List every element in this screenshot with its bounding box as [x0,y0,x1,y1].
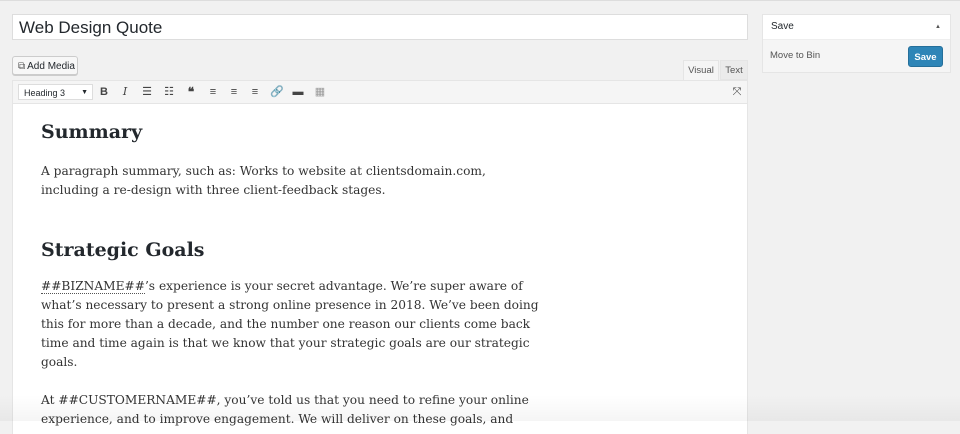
bulleted-list-icon[interactable]: ☰ [138,84,156,100]
publish-box-header[interactable]: Save ▲ [763,15,950,40]
top-divider [0,0,960,1]
text-line: ##BIZNAME##’s experience is your secret … [41,277,539,296]
text-fragment: ’s experience is your secret advantage. … [144,279,523,293]
link-icon[interactable]: 🔗 [268,84,286,100]
tab-visual[interactable]: Visual [683,60,719,80]
publish-box: Save ▲ Move to Bin Save [762,14,951,73]
text-line: A paragraph summary, such as: Works to w… [41,164,486,178]
text-line: including a re-design with three client-… [41,183,386,197]
format-select[interactable]: Heading 3 ▼ [18,84,93,100]
summary-paragraph: A paragraph summary, such as: Works to w… [41,162,539,200]
goals-paragraph: ##BIZNAME##’s experience is your secret … [41,277,539,372]
text-line: goals. [41,355,78,369]
editor-toolbar: Heading 3 ▼ B I ☰ ☷ ❝ ≡ ≡ ≡ 🔗 ▬ ▦ ⤧ [12,80,748,104]
editor-content-area[interactable]: Summary A paragraph summary, such as: Wo… [12,104,748,434]
heading-strategic-goals: Strategic Goals [41,239,205,261]
bizname-token: ##BIZNAME## [41,279,145,294]
numbered-list-icon[interactable]: ☷ [160,84,178,100]
text-line: At ##CUSTOMERNAME##, you’ve told us that… [41,393,529,407]
save-button[interactable]: Save [908,46,943,67]
text-line: what’s necessary to present a strong onl… [41,298,539,312]
tab-text[interactable]: Text [720,60,748,80]
text-line: this for more than a decade, and the num… [41,317,531,331]
heading-summary: Summary [41,121,143,143]
blockquote-icon[interactable]: ❝ [182,84,200,100]
move-to-bin-link[interactable]: Move to Bin [770,50,820,61]
add-media-button[interactable]: ⧉ Add Media [12,56,78,75]
bold-button[interactable]: B [95,84,113,100]
publish-box-title: Save [771,21,794,32]
collapse-arrow-icon[interactable]: ▲ [935,15,941,39]
align-right-icon[interactable]: ≡ [246,84,264,100]
customer-paragraph: At ##CUSTOMERNAME##, you’ve told us that… [41,391,539,429]
format-select-value: Heading 3 [24,88,66,98]
toolbar-toggle-icon[interactable]: ▦ [311,84,329,100]
post-title-input[interactable]: Web Design Quote [12,14,748,40]
read-more-icon[interactable]: ▬ [289,84,307,100]
align-center-icon[interactable]: ≡ [225,84,243,100]
add-media-label: Add Media [27,61,75,72]
text-line: time and time again is that we know that… [41,336,530,350]
text-line: experience, and to improve engagement. W… [41,412,514,426]
media-icon: ⧉ [18,61,26,72]
chevron-down-icon: ▼ [81,89,88,96]
align-left-icon[interactable]: ≡ [204,84,222,100]
fullscreen-icon[interactable]: ⤧ [728,84,746,100]
italic-button[interactable]: I [116,84,134,100]
